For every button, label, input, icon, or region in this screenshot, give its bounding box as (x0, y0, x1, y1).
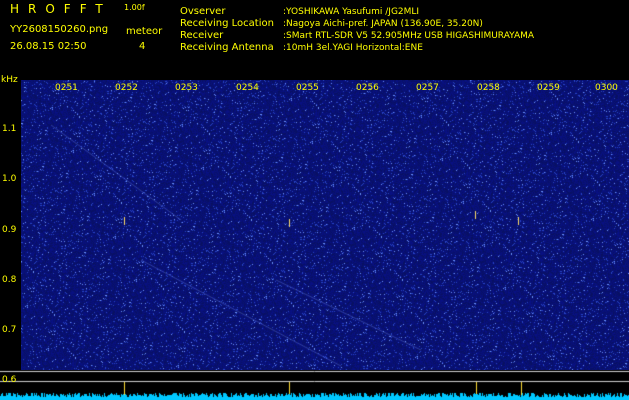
x-tick-0254: 0254 (236, 83, 259, 93)
observer-value: :YOSHIKAWA Yasufumi /JG2MLI (283, 7, 420, 17)
x-tick-0251: 0251 (55, 83, 78, 93)
x-tick-0300: 0300 (595, 83, 618, 93)
x-tick-0255: 0255 (296, 83, 319, 93)
meteor-label: meteor (126, 26, 163, 37)
x-tick-0257: 0257 (416, 83, 439, 93)
x-tick-0256: 0256 (356, 83, 379, 93)
observer-label: Ovserver (180, 6, 226, 17)
signal-level-strip (0, 370, 629, 400)
header-panel: HROFFT 1.00f YY2608150260.png meteor 26.… (0, 0, 629, 75)
file-name: YY2608150260.png (10, 24, 109, 35)
y-tick-1-1: 1.1 (2, 124, 17, 134)
x-tick-0259: 0259 (537, 83, 560, 93)
location-value: :Nagoya Aichi-pref. JAPAN (136.90E, 35.2… (283, 19, 483, 29)
spectrogram-canvas (21, 80, 629, 370)
receiver-value: :SMart RTL-SDR V5 52.905MHz USB HIGASHIM… (283, 31, 535, 41)
y-axis-unit: kHz (1, 75, 18, 85)
location-label: Receiving Location (180, 18, 274, 29)
y-tick-1-0: 1.0 (2, 174, 17, 184)
antenna-label: Receiving Antenna (180, 42, 274, 53)
y-tick-0-9: 0.9 (2, 225, 17, 235)
capture-datetime: 26.08.15 02:50 (10, 41, 87, 52)
x-tick-0253: 0253 (175, 83, 198, 93)
y-tick-0-8: 0.8 (2, 275, 17, 285)
meteor-count: 4 (139, 41, 146, 52)
x-tick-0258: 0258 (477, 83, 500, 93)
y-tick-0-7: 0.7 (2, 325, 17, 335)
receiver-label: Receiver (180, 30, 224, 41)
app-brand: HROFFT (10, 2, 112, 16)
antenna-value: :10mH 3el.YAGI Horizontal:ENE (283, 43, 423, 53)
y-tick-0-6: 0.6 (2, 375, 17, 385)
app-version: 1.00f (124, 3, 145, 12)
x-tick-0252: 0252 (115, 83, 138, 93)
